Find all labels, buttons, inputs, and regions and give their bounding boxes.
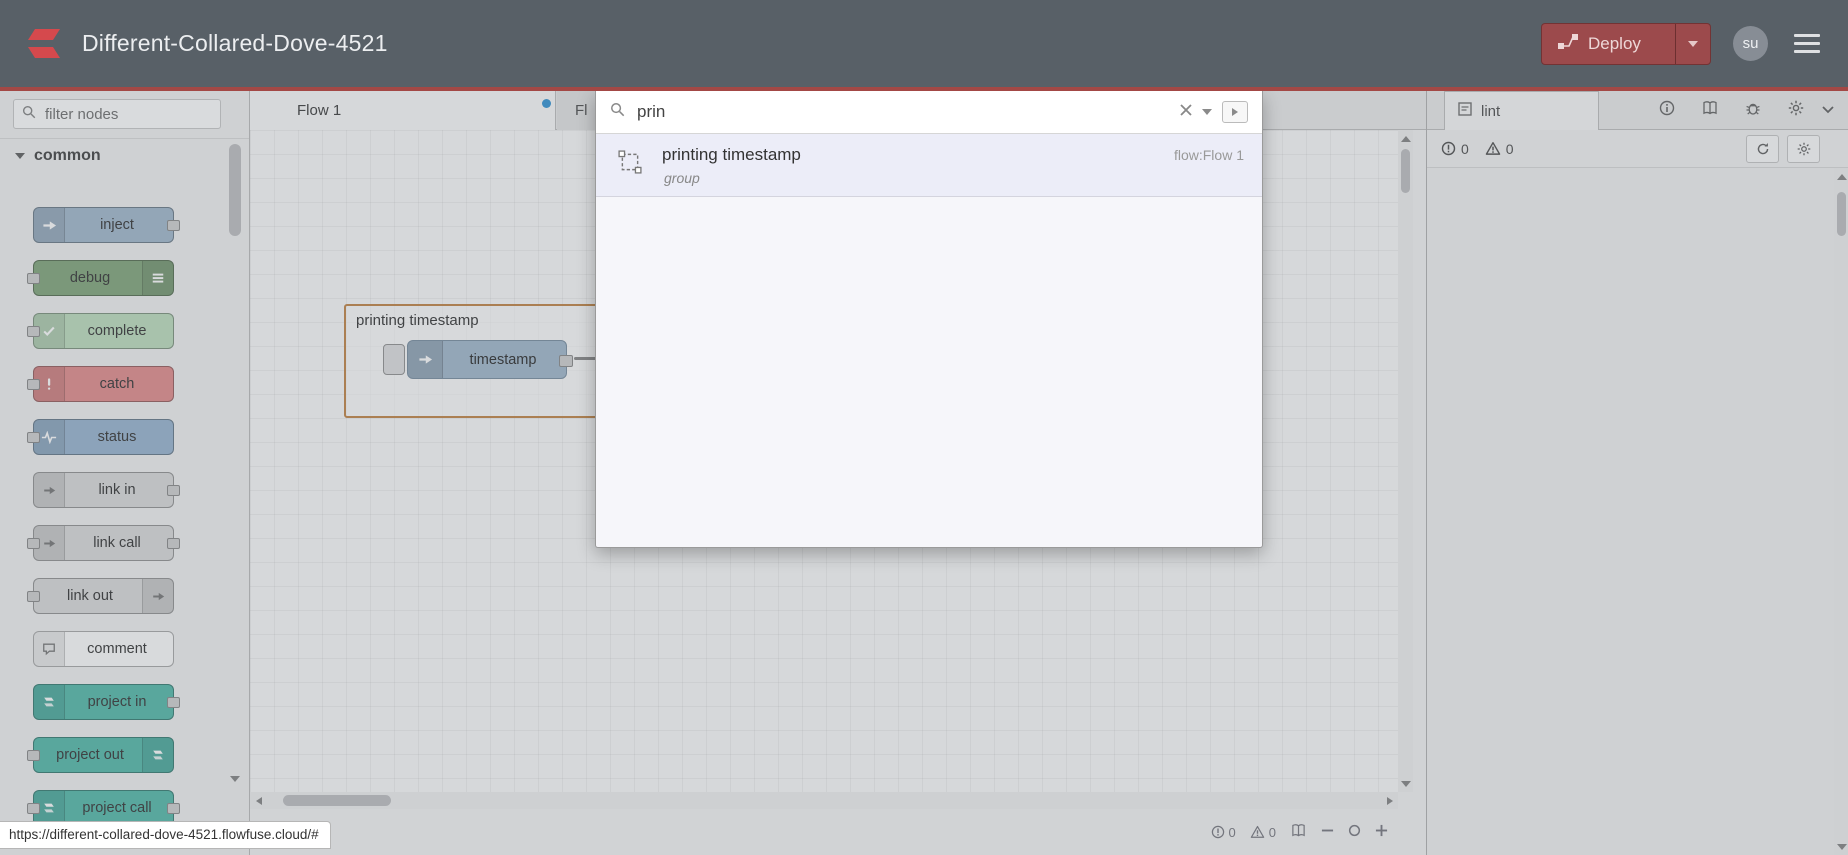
deploy-options-button[interactable] (1675, 23, 1710, 64)
result-flow-ref: flow:Flow 1 (1173, 147, 1244, 163)
app-header: Different-Collared-Dove-4521 Deploy su (0, 0, 1848, 87)
deploy-button[interactable]: Deploy (1541, 22, 1711, 65)
deploy-label: Deploy (1588, 33, 1641, 53)
clear-search-icon[interactable] (1180, 103, 1192, 121)
status-url-bubble: https://different-collared-dove-4521.flo… (0, 821, 331, 849)
search-dialog: printing timestamp group flow:Flow 1 (595, 91, 1263, 548)
chevron-down-icon (1688, 40, 1698, 47)
header-accent-line (0, 87, 1848, 91)
search-input[interactable] (635, 101, 1170, 123)
deploy-icon (1558, 33, 1578, 54)
group-icon (618, 150, 642, 179)
result-type: group (664, 170, 700, 186)
caret-right-icon (1232, 108, 1238, 116)
search-icon (610, 102, 625, 122)
search-result[interactable]: printing timestamp group flow:Flow 1 (596, 134, 1262, 197)
result-title: printing timestamp (662, 145, 801, 164)
flowfuse-logo-icon (26, 22, 64, 66)
search-options-caret[interactable] (1202, 109, 1212, 115)
search-bar (596, 91, 1262, 134)
main-menu-button[interactable] (1790, 30, 1824, 57)
app-title: Different-Collared-Dove-4521 (82, 30, 388, 56)
user-avatar[interactable]: su (1733, 26, 1768, 61)
search-scope-button[interactable] (1222, 101, 1248, 123)
